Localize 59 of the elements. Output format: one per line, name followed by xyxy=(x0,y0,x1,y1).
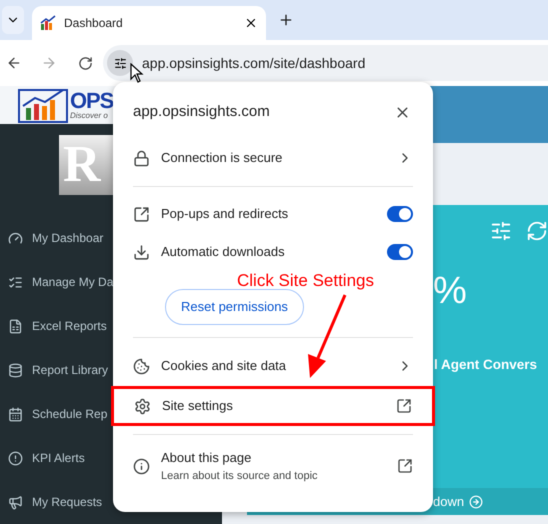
lock-icon xyxy=(133,150,150,166)
calendar-icon xyxy=(8,406,23,422)
alert-icon xyxy=(8,450,23,466)
sidebar-item[interactable]: Manage My Da xyxy=(32,273,114,291)
menu-item[interactable]: About this page Learn about its source and topic xyxy=(113,443,433,489)
sidebar-item[interactable]: Schedule Rep xyxy=(32,405,108,423)
logo-text: OPS xyxy=(70,90,114,112)
info-icon xyxy=(133,458,150,474)
chart-logo-icon xyxy=(18,86,68,124)
popup-title: app.opsinsights.com xyxy=(133,102,271,122)
database-icon xyxy=(8,362,23,378)
logo-tagline: Discover o xyxy=(70,112,109,120)
arrow-right-icon xyxy=(469,494,484,508)
menu-item[interactable]: Cookies and site data xyxy=(113,346,433,386)
menu-item-label: Cookies and site data xyxy=(161,357,288,376)
menu-item-subtitle: Learn about its source and topic xyxy=(161,468,319,484)
external-link-icon xyxy=(396,398,412,414)
cookie-icon xyxy=(133,358,150,374)
tune-icon xyxy=(114,56,126,70)
tab-title: Dashboard xyxy=(64,15,124,32)
site-info-button[interactable] xyxy=(107,50,133,76)
sidebar-item[interactable]: My Requests xyxy=(32,493,102,511)
menu-item[interactable]: Pop-ups and redirects xyxy=(113,195,433,233)
checklist-icon xyxy=(8,274,23,290)
menu-item-label: Connection is secure xyxy=(161,149,284,168)
back-icon[interactable] xyxy=(6,55,22,71)
reload-icon[interactable] xyxy=(78,56,93,70)
settings-icon xyxy=(134,398,151,414)
client-logo-text: R xyxy=(62,139,101,191)
menu-item[interactable]: Automatic downloads xyxy=(113,233,433,271)
close-icon[interactable] xyxy=(244,16,258,30)
chart-icon xyxy=(40,15,56,31)
reset-permissions-button[interactable]: Reset permissions xyxy=(165,289,304,325)
external-link-icon xyxy=(397,458,413,474)
new-tab-icon[interactable] xyxy=(278,12,294,28)
download-icon xyxy=(133,244,150,260)
stat-title: l Agent Convers xyxy=(434,356,538,374)
menu-item[interactable]: Site settings xyxy=(111,386,435,426)
sidebar-item[interactable]: Excel Reports xyxy=(32,317,107,335)
sidebar-item[interactable]: My Dashboar xyxy=(32,229,104,247)
menu-item[interactable]: Connection is secure xyxy=(113,138,433,178)
menu-item-label: Site settings xyxy=(162,397,234,416)
annotation-text: Click Site Settings xyxy=(237,272,374,289)
stat-value: % xyxy=(433,272,467,310)
tab-search-button[interactable] xyxy=(2,6,24,34)
url-text: app.opsinsights.com/site/dashboard xyxy=(142,54,366,73)
spreadsheet-icon xyxy=(8,318,23,334)
menu-item-label: Automatic downloads xyxy=(161,243,286,262)
browser-tab[interactable]: Dashboard xyxy=(32,6,266,40)
sidebar-item[interactable]: KPI Alerts xyxy=(32,449,85,467)
popup-icon xyxy=(133,206,150,222)
sidebar-item[interactable]: Report Library xyxy=(32,361,108,379)
gauge-icon xyxy=(8,230,23,246)
toggle-switch[interactable] xyxy=(387,244,413,260)
menu-item-label: About this page xyxy=(161,449,252,467)
megaphone-icon xyxy=(8,494,23,510)
menu-item-label: Pop-ups and redirects xyxy=(161,205,290,224)
toggle-switch[interactable] xyxy=(387,206,413,222)
address-bar[interactable]: app.opsinsights.com/site/dashboard xyxy=(103,45,548,81)
